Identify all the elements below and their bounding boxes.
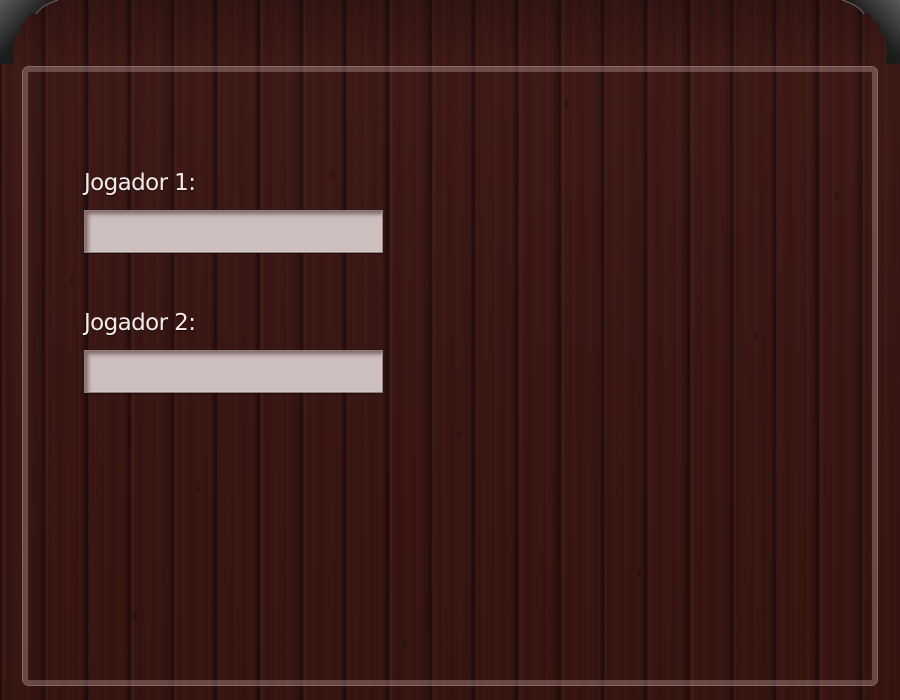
player1-label: Jogador 1: xyxy=(84,170,196,196)
player2-name-input[interactable] xyxy=(84,350,383,393)
player2-label: Jogador 2: xyxy=(84,310,196,336)
player2-field-group: Jogador 2: xyxy=(84,308,383,393)
player1-field-group: Jogador 1: xyxy=(84,168,383,253)
player-setup-screen: Jogador 1: Jogador 2: xyxy=(0,0,900,700)
corner-ornament-icon xyxy=(0,0,59,64)
corner-ornament-icon xyxy=(841,0,900,64)
player1-name-input[interactable] xyxy=(84,210,383,253)
